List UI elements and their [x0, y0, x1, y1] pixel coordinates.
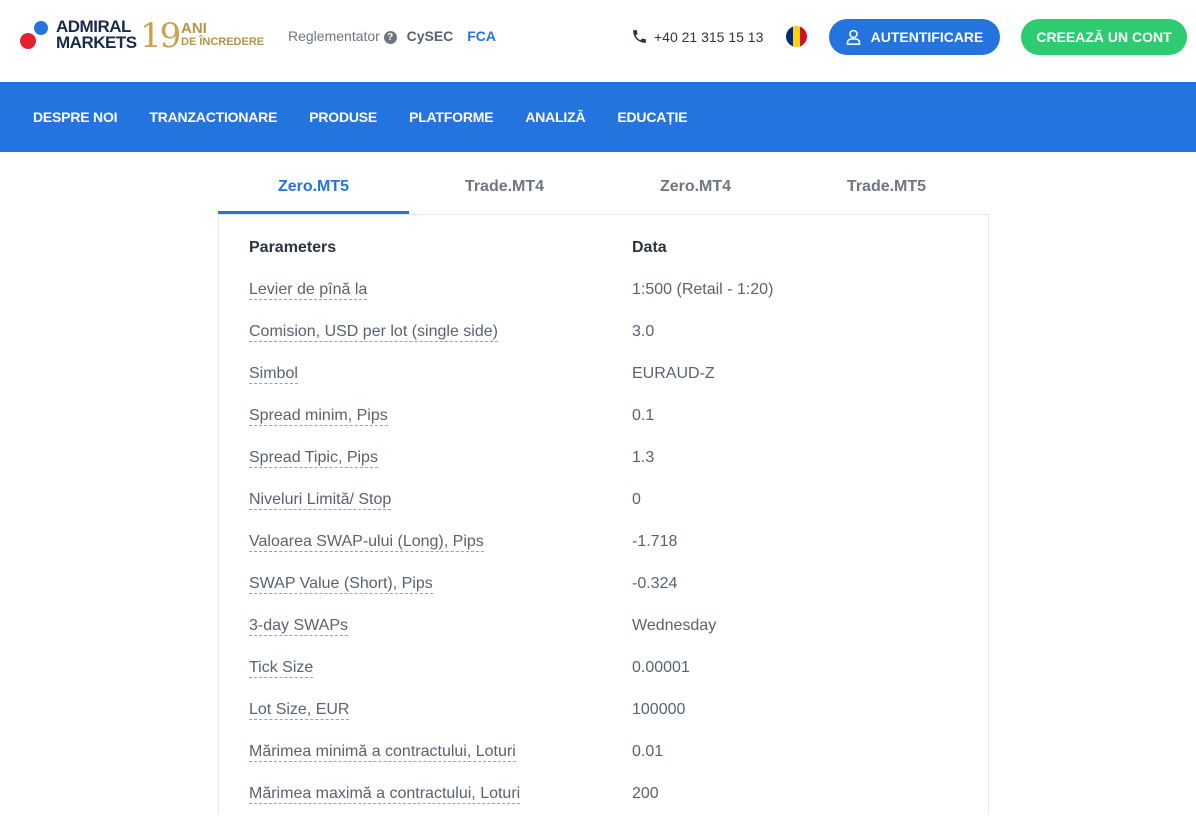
param-label[interactable]: SWAP Value (Short), Pips: [249, 574, 433, 594]
phone-contact[interactable]: +40 21 315 15 13: [631, 28, 763, 45]
romania-flag-icon[interactable]: [786, 26, 807, 47]
param-value: EURAUD-Z: [632, 365, 715, 382]
account-type-tabs: Zero.MT5 Trade.MT4 Zero.MT4 Trade.MT5: [218, 152, 988, 215]
top-bar: ADMIRAL MARKETS 19 ANI DE ÎNCREDERE Regl…: [0, 0, 1196, 82]
nav-item-produse[interactable]: PRODUSE: [309, 109, 377, 125]
logo-years-ani: ANI: [181, 20, 207, 37]
column-header-data: Data: [632, 239, 667, 256]
login-label: AUTENTIFICARE: [870, 29, 984, 45]
table-row: Levier de pînă la 1:500 (Retail - 1:20): [249, 280, 969, 322]
param-value: 0.00001: [632, 659, 690, 676]
param-value: -1.718: [632, 533, 678, 550]
table-row: 3-day SWAPs Wednesday: [249, 616, 969, 658]
param-value: 0.01: [632, 743, 664, 760]
help-icon[interactable]: ?: [383, 31, 397, 44]
tab-trade-mt5[interactable]: Trade.MT5: [791, 152, 982, 214]
logo-years-number: 19: [140, 16, 181, 56]
param-value: 100000: [632, 701, 686, 718]
create-account-label: CREEAZĂ UN CONT: [1036, 29, 1172, 45]
param-label[interactable]: Valoarea SWAP-ului (Long), Pips: [249, 532, 484, 552]
param-value: 200: [632, 785, 659, 802]
user-icon: [846, 29, 860, 45]
main-navigation: DESPRE NOI TRANZACTIONARE PRODUSE PLATFO…: [0, 82, 1196, 152]
regulator-cysec-link[interactable]: CySEC: [407, 28, 454, 44]
logo-red-dot: [20, 33, 36, 49]
table-row: Spread Tipic, Pips 1.3: [249, 448, 969, 490]
param-label[interactable]: Lot Size, EUR: [249, 700, 350, 720]
nav-item-analiza[interactable]: ANALIZĂ: [525, 109, 585, 125]
table-row: Mărimea minimă a contractului, Loturi 0.…: [249, 742, 969, 784]
login-button[interactable]: AUTENTIFICARE: [829, 19, 1000, 55]
table-row: Lot Size, EUR 100000: [249, 700, 969, 742]
param-value: 1.3: [632, 449, 655, 466]
table-row: Valoarea SWAP-ului (Long), Pips -1.718: [249, 532, 969, 574]
logo-years-text: ANI DE ÎNCREDERE: [181, 20, 291, 49]
param-label[interactable]: Niveluri Limită/ Stop: [249, 490, 392, 510]
nav-item-tranzactionare[interactable]: TRANZACTIONARE: [149, 109, 277, 125]
create-account-button[interactable]: CREEAZĂ UN CONT: [1021, 19, 1187, 55]
param-label[interactable]: Levier de pînă la: [249, 280, 368, 300]
param-label[interactable]: Spread minim, Pips: [249, 406, 388, 426]
flag-stripe-red: [800, 26, 807, 47]
phone-number: +40 21 315 15 13: [654, 29, 764, 45]
param-value: Wednesday: [632, 617, 717, 634]
tab-zero-mt4[interactable]: Zero.MT4: [600, 152, 791, 214]
param-value: 0: [632, 491, 641, 508]
tab-zero-mt5[interactable]: Zero.MT5: [218, 152, 409, 214]
param-label[interactable]: Tick Size: [249, 658, 314, 678]
logo-blue-dot: [34, 21, 48, 35]
flag-stripe-yellow: [793, 26, 800, 47]
logo-years-incredere: DE ÎNCREDERE: [181, 36, 265, 48]
param-label[interactable]: Comision, USD per lot (single side): [249, 322, 498, 342]
column-header-parameters: Parameters: [249, 239, 337, 256]
nav-item-platforme[interactable]: PLATFORME: [409, 109, 493, 125]
regulator-fca-link[interactable]: FCA: [467, 28, 496, 44]
table-row: Comision, USD per lot (single side) 3.0: [249, 322, 969, 364]
param-label[interactable]: Mărimea maximă a contractului, Loturi: [249, 784, 521, 804]
param-value: 1:500 (Retail - 1:20): [632, 281, 774, 298]
param-label[interactable]: Spread Tipic, Pips: [249, 448, 378, 468]
table-row: Simbol EURAUD-Z: [249, 364, 969, 406]
regulator-info: Reglementator ? CySEC FCA: [288, 28, 496, 44]
param-label[interactable]: Simbol: [249, 364, 298, 384]
phone-icon: [633, 30, 646, 43]
tab-trade-mt4[interactable]: Trade.MT4: [409, 152, 600, 214]
flag-stripe-blue: [786, 26, 793, 47]
param-label[interactable]: 3-day SWAPs: [249, 616, 348, 636]
nav-item-educatie[interactable]: EDUCAȚIE: [617, 109, 687, 125]
contract-specs-table: Parameters Data Levier de pînă la 1:500 …: [218, 214, 989, 814]
param-value: 0.1: [632, 407, 655, 424]
param-value: -0.324: [632, 575, 678, 592]
table-header-row: Parameters Data: [249, 238, 969, 280]
table-row: Tick Size 0.00001: [249, 658, 969, 700]
param-label[interactable]: Mărimea minimă a contractului, Loturi: [249, 742, 516, 762]
table-row: Niveluri Limită/ Stop 0: [249, 490, 969, 532]
table-row: Mărimea maximă a contractului, Loturi 20…: [249, 784, 969, 826]
logo-brand-text: ADMIRAL MARKETS: [56, 17, 137, 52]
param-value: 3.0: [632, 323, 655, 340]
table-row: Spread minim, Pips 0.1: [249, 406, 969, 448]
table-row: SWAP Value (Short), Pips -0.324: [249, 574, 969, 616]
nav-item-despre-noi[interactable]: DESPRE NOI: [33, 109, 118, 125]
regulator-label: Reglementator: [288, 28, 380, 44]
